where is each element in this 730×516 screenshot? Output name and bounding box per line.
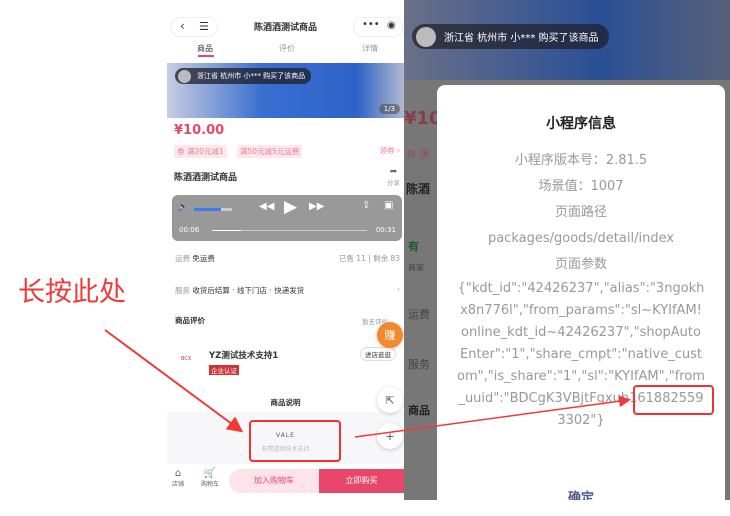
arrow-to-support — [104, 329, 244, 433]
annotation-arrows — [104, 329, 631, 438]
arrow-to-param — [354, 395, 631, 438]
